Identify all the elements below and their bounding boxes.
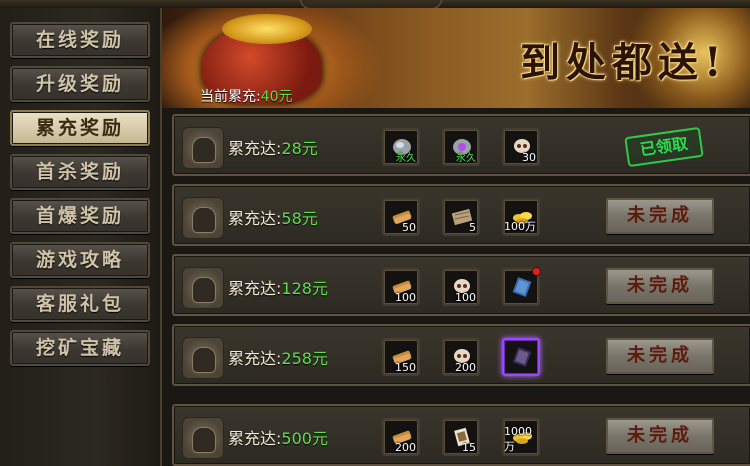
item-qty: 50	[402, 221, 416, 234]
incomplete-button[interactable]: 未完成	[606, 268, 714, 304]
reward-list: 累充达:28元 永久 永久 30 已领取 累充达:58元 50 5 100万 未…	[162, 108, 750, 466]
current-recharge: 当前累充:40元	[200, 86, 293, 106]
threshold-label: 累充达:500元	[228, 429, 328, 448]
sidebar-item-recharge-reward[interactable]: 累充奖励	[10, 110, 150, 146]
money-bag-icon	[182, 127, 224, 169]
reward-row: 累充达:258元 150 200 未完成	[172, 324, 750, 386]
current-recharge-label: 当前累充:	[200, 89, 261, 105]
threshold-value: 58元	[281, 209, 318, 228]
purple-book-icon	[512, 347, 532, 367]
item-qty: 30	[522, 151, 536, 164]
reward-row: 累充达:58元 50 5 100万 未完成	[172, 184, 750, 246]
reward-item-slot[interactable]: 永久	[382, 128, 420, 166]
banner-slogan: 到处都送!	[520, 39, 728, 86]
money-bag-icon	[182, 197, 224, 239]
item-qty: 1000万	[504, 425, 532, 453]
sidebar-item-mining-treasure[interactable]: 挖矿宝藏	[10, 330, 150, 366]
reward-item-slot[interactable]	[502, 338, 540, 376]
incomplete-button[interactable]: 未完成	[606, 198, 714, 234]
threshold-label: 累充达:258元	[228, 349, 328, 368]
reward-row: 累充达:28元 永久 永久 30 已领取	[172, 114, 750, 176]
gold-coins-icon	[222, 14, 312, 44]
notification-dot	[532, 267, 541, 276]
threshold-value: 128元	[281, 279, 328, 298]
reward-item-slot[interactable]: 30	[502, 128, 540, 166]
reward-row: 累充达:128元 100 100 未完成	[172, 254, 750, 316]
sidebar-item-online-reward[interactable]: 在线奖励	[10, 22, 150, 58]
sidebar-item-game-guide[interactable]: 游戏攻略	[10, 242, 150, 278]
item-qty: 100万	[504, 220, 536, 233]
reward-item-slot[interactable]: 100	[442, 268, 480, 306]
threshold-label: 累充达:58元	[228, 209, 318, 228]
sidebar-item-first-kill[interactable]: 首杀奖励	[10, 154, 150, 190]
sidebar-item-levelup-reward[interactable]: 升级奖励	[10, 66, 150, 102]
threshold-value: 500元	[281, 429, 328, 448]
item-qty: 200	[395, 441, 416, 454]
item-qty: 永久	[456, 153, 476, 164]
claimed-stamp: 已领取	[624, 126, 704, 168]
reward-item-slot[interactable]: 200	[442, 338, 480, 376]
reward-item-slot[interactable]: 15	[442, 418, 480, 456]
item-qty: 永久	[396, 153, 416, 164]
reward-item-slot[interactable]: 5	[442, 198, 480, 236]
money-bag-icon	[182, 267, 224, 309]
reward-item-slot[interactable]: 150	[382, 338, 420, 376]
reward-item-slot[interactable]: 1000万	[502, 418, 540, 456]
reward-row: 累充达:500元 200 15 1000万 未完成	[172, 404, 750, 466]
item-qty: 200	[455, 361, 476, 374]
threshold-label: 累充达:128元	[228, 279, 328, 298]
sidebar-item-service-gift[interactable]: 客服礼包	[10, 286, 150, 322]
reward-item-slot[interactable]: 100	[382, 268, 420, 306]
money-bag-icon	[182, 337, 224, 379]
reward-item-slot[interactable]: 永久	[442, 128, 480, 166]
sidebar-item-first-drop[interactable]: 首爆奖励	[10, 198, 150, 234]
item-qty: 100	[395, 291, 416, 304]
reward-item-slot[interactable]: 50	[382, 198, 420, 236]
threshold-value: 28元	[281, 139, 318, 158]
incomplete-button[interactable]: 未完成	[606, 338, 714, 374]
top-frame	[0, 0, 750, 9]
incomplete-button[interactable]: 未完成	[606, 418, 714, 454]
blue-book-icon	[512, 277, 532, 297]
item-qty: 15	[462, 441, 476, 454]
threshold-label: 累充达:28元	[228, 139, 318, 158]
reward-item-slot[interactable]	[502, 267, 541, 306]
item-qty: 100	[455, 291, 476, 304]
item-qty: 150	[395, 361, 416, 374]
item-qty: 5	[469, 221, 476, 234]
threshold-value: 258元	[281, 349, 328, 368]
reward-item-slot[interactable]: 100万	[502, 198, 540, 236]
money-bag-icon	[182, 417, 224, 459]
current-recharge-value: 40元	[260, 89, 293, 105]
reward-item-slot[interactable]: 200	[382, 418, 420, 456]
sidebar: 在线奖励 升级奖励 累充奖励 首杀奖励 首爆奖励 游戏攻略 客服礼包 挖矿宝藏	[0, 8, 162, 466]
